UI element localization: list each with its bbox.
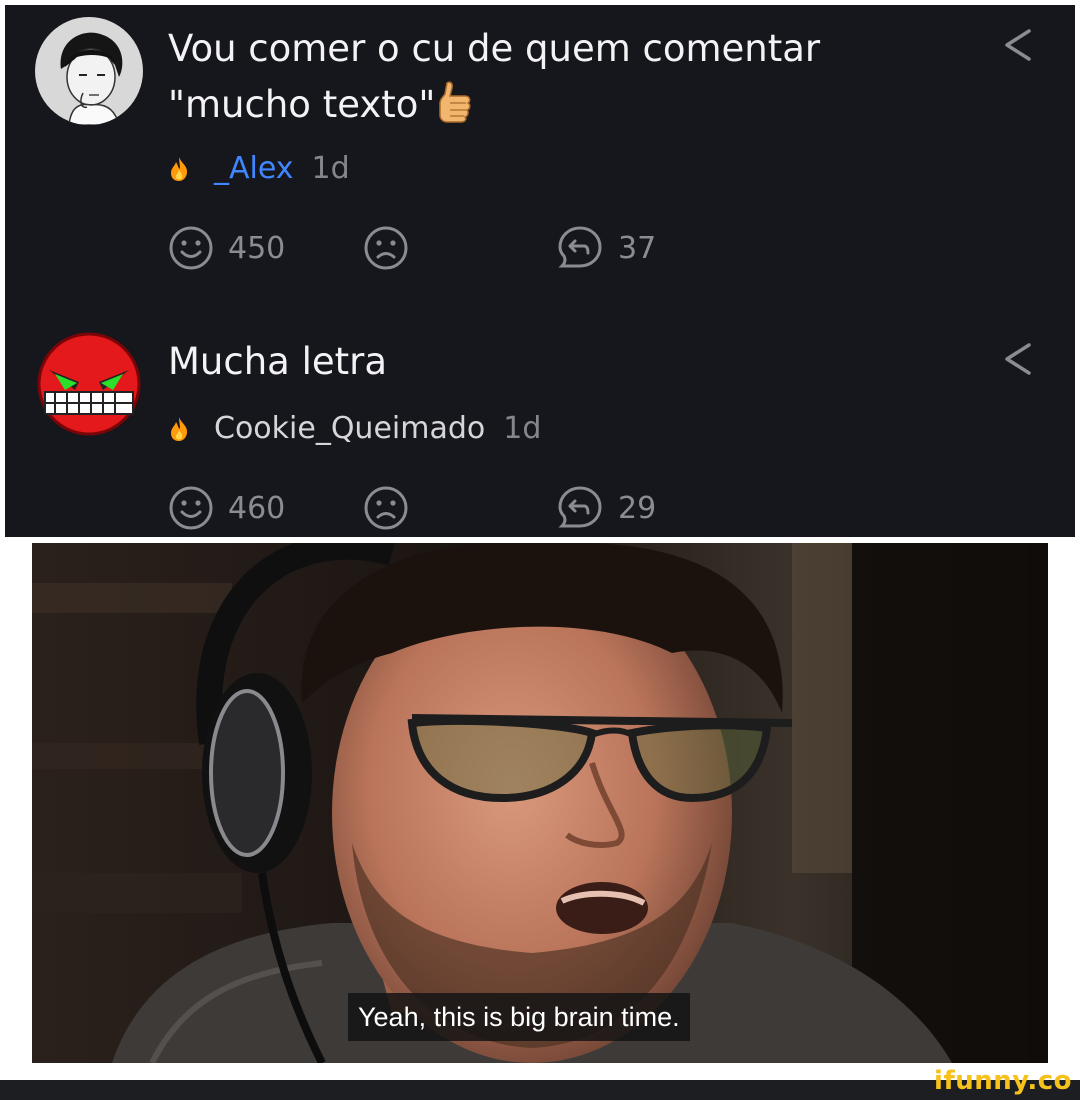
reply-button[interactable]: 29 — [556, 484, 656, 532]
fire-icon — [171, 157, 188, 181]
comment-line: "mucho texto" — [168, 83, 436, 126]
comment-meta: Cookie_Queimado 1d — [168, 411, 541, 447]
frown-button[interactable] — [363, 484, 409, 532]
share-icon[interactable] — [1001, 341, 1035, 377]
comment-text: Vou comer o cu de quem comentar "mucho t… — [168, 21, 820, 139]
smile-button[interactable]: 450 — [168, 224, 285, 272]
meme-image: Yeah, this is big brain time. — [32, 543, 1048, 1063]
reply-button[interactable]: 37 — [556, 224, 656, 272]
frown-button[interactable] — [363, 224, 409, 272]
avatar[interactable] — [35, 330, 143, 438]
smile-icon — [169, 226, 213, 270]
comment-actions: 450 37 — [168, 224, 688, 272]
comments-panel: Vou comer o cu de quem comentar "mucho t… — [5, 5, 1075, 537]
meme-caption: Yeah, this is big brain time. — [348, 993, 690, 1041]
like-count: 460 — [228, 490, 286, 526]
comment-age: 1d — [503, 411, 542, 446]
username[interactable]: Cookie_Queimado — [214, 411, 485, 447]
comment-age: 1d — [311, 151, 350, 186]
man-with-headphones-illustration — [32, 543, 1048, 1063]
comment-actions: 460 29 — [168, 484, 688, 532]
frown-icon — [364, 226, 408, 270]
comment-line: Mucha letra — [168, 340, 388, 383]
reply-count: 37 — [618, 230, 657, 266]
ifunny-watermark: ifunny.co — [934, 1066, 1072, 1096]
smile-button[interactable]: 460 — [168, 484, 285, 532]
reply-count: 29 — [618, 490, 657, 526]
frown-icon — [364, 486, 408, 530]
avatar[interactable] — [35, 17, 143, 125]
fire-icon — [171, 417, 188, 441]
comment-meta: _Alex 1d — [168, 151, 350, 187]
reply-icon — [558, 226, 602, 268]
comment-line: Vou comer o cu de quem comentar — [168, 27, 821, 70]
smile-icon — [169, 486, 213, 530]
reply-icon — [558, 486, 602, 528]
footer-bar — [0, 1080, 1080, 1100]
thumbs-up-icon — [437, 79, 473, 139]
username[interactable]: _Alex — [214, 151, 294, 187]
share-icon[interactable] — [1001, 27, 1035, 63]
like-count: 450 — [228, 230, 286, 266]
comment-text: Mucha letra — [168, 334, 387, 390]
comment-line-with-emoji: "mucho texto" — [168, 77, 820, 139]
